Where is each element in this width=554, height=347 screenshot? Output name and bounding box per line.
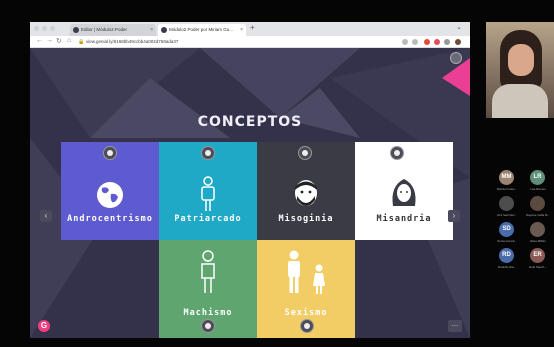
slide-title: CONCEPTOS: [197, 114, 303, 130]
extension-pink-icon[interactable]: [434, 39, 440, 45]
participant-tile[interactable]: SD Sonia Gonzá...: [492, 222, 522, 246]
participant-name: Jimi Sanchez...: [496, 213, 518, 217]
participant-name: Rodolfo Dia...: [497, 265, 517, 269]
participant-tile[interactable]: LR Lea Ramos: [523, 170, 553, 194]
close-tab-icon[interactable]: ×: [150, 24, 153, 36]
window-controls[interactable]: [34, 26, 55, 31]
participant-tile[interactable]: Dayane Calla M...: [523, 196, 553, 220]
bookmark-star-icon[interactable]: [412, 39, 418, 45]
avatar-photo: [530, 196, 545, 211]
participant-name: Lea Ramos: [530, 187, 546, 191]
genially-favicon-icon: [161, 27, 167, 33]
profile-avatar-icon[interactable]: [455, 39, 461, 45]
home-icon[interactable]: ⌂: [67, 37, 71, 44]
card-label: Sexismo: [284, 308, 328, 318]
card-label: Misoginia: [278, 214, 334, 224]
maximize-window-dot[interactable]: [50, 26, 55, 31]
participant-tile[interactable]: RD Rodolfo Dia...: [492, 248, 522, 272]
bearded-man-icon: [257, 178, 355, 210]
forward-icon[interactable]: →: [46, 37, 53, 44]
next-slide-button[interactable]: ›: [448, 210, 460, 222]
lock-icon: 🔒: [78, 39, 85, 45]
participant-tile[interactable]: ER Enki Sanch...: [523, 248, 553, 272]
participant-name: Marisol Gutie...: [496, 187, 518, 191]
browser-tab-editor[interactable]: Editor | Módulo2.Poder ×: [70, 24, 156, 36]
eye-button-misandria[interactable]: [390, 146, 404, 160]
card-label: Androcentrismo: [67, 214, 153, 224]
avatar: MM: [499, 170, 514, 185]
back-icon[interactable]: ←: [36, 37, 43, 44]
pink-decoration: [442, 58, 470, 96]
share-icon[interactable]: [402, 39, 408, 45]
close-tab-icon[interactable]: ×: [240, 24, 243, 36]
globe-icon: [61, 180, 159, 210]
participant-name: Enki Sanch...: [529, 265, 547, 269]
eye-button-sexismo[interactable]: [300, 319, 314, 333]
reload-icon[interactable]: ↻: [56, 37, 62, 45]
browser-tab-active[interactable]: Módulo2.Poder por Miriam Gu... ×: [158, 24, 246, 36]
eye-button-androcentrismo[interactable]: [103, 146, 117, 160]
genially-favicon-icon: [73, 27, 79, 33]
url-input[interactable]: view.genial.ly/6168bb49ccbb4a002d768ada3…: [86, 38, 386, 46]
man-icon: [159, 176, 257, 212]
avatar: RD: [499, 248, 514, 263]
avatar-photo: [499, 196, 514, 211]
man-woman-icon: [257, 250, 355, 294]
speaker-face: [508, 44, 534, 76]
participant-name: Dayane Calla M...: [526, 213, 550, 217]
new-tab-icon[interactable]: +: [250, 23, 255, 32]
participant-name: Elisa Millán: [530, 239, 546, 243]
eye-button-machismo[interactable]: [201, 319, 215, 333]
participant-tile[interactable]: MM Marisol Gutie...: [492, 170, 522, 194]
browser-tab-bar: Editor | Módulo2.Poder × Módulo2.Poder p…: [30, 22, 470, 36]
address-bar: ← → ↻ ⌂ 🔒 view.genial.ly/6168bb49ccbb4a0…: [30, 36, 470, 48]
avatar: ER: [530, 248, 545, 263]
participant-tile[interactable]: Jimi Sanchez...: [492, 196, 522, 220]
genially-logo-icon[interactable]: G: [38, 320, 50, 332]
close-window-dot[interactable]: [34, 26, 39, 31]
woman-face-icon: [355, 176, 453, 208]
participant-name: Sonia Gonzá...: [497, 239, 517, 243]
eye-button-patriarcado[interactable]: [201, 146, 215, 160]
tab-search-icon[interactable]: ⌄: [456, 23, 462, 31]
zoom-window: Editor | Módulo2.Poder × Módulo2.Poder p…: [0, 0, 554, 347]
speaker-video[interactable]: [486, 22, 554, 118]
tab-label: Editor | Módulo2.Poder: [81, 27, 127, 32]
shared-screen: Editor | Módulo2.Poder × Módulo2.Poder p…: [30, 22, 470, 338]
man-outline-icon: [159, 250, 257, 294]
minimize-window-dot[interactable]: [42, 26, 47, 31]
extension-red-icon[interactable]: [424, 39, 430, 45]
eye-button-misoginia[interactable]: [298, 146, 312, 160]
speaker-body: [492, 84, 548, 118]
genially-presentation: CONCEPTOS Androcentrismo Patriarcado Mis…: [30, 48, 470, 338]
card-label: Machismo: [183, 308, 233, 318]
extensions-puzzle-icon[interactable]: [444, 39, 450, 45]
card-misandria[interactable]: Misandria: [355, 142, 453, 240]
avatar-photo: [530, 222, 545, 237]
avatar: SD: [499, 222, 514, 237]
card-label: Patriarcado: [174, 214, 242, 224]
previous-slide-button[interactable]: ‹: [40, 210, 52, 222]
avatar: LR: [530, 170, 545, 185]
more-options-button[interactable]: …: [448, 320, 462, 332]
card-label: Misandria: [376, 214, 432, 224]
participant-tile[interactable]: Elisa Millán: [523, 222, 553, 246]
tab-label: Módulo2.Poder por Miriam Gu...: [169, 27, 234, 32]
